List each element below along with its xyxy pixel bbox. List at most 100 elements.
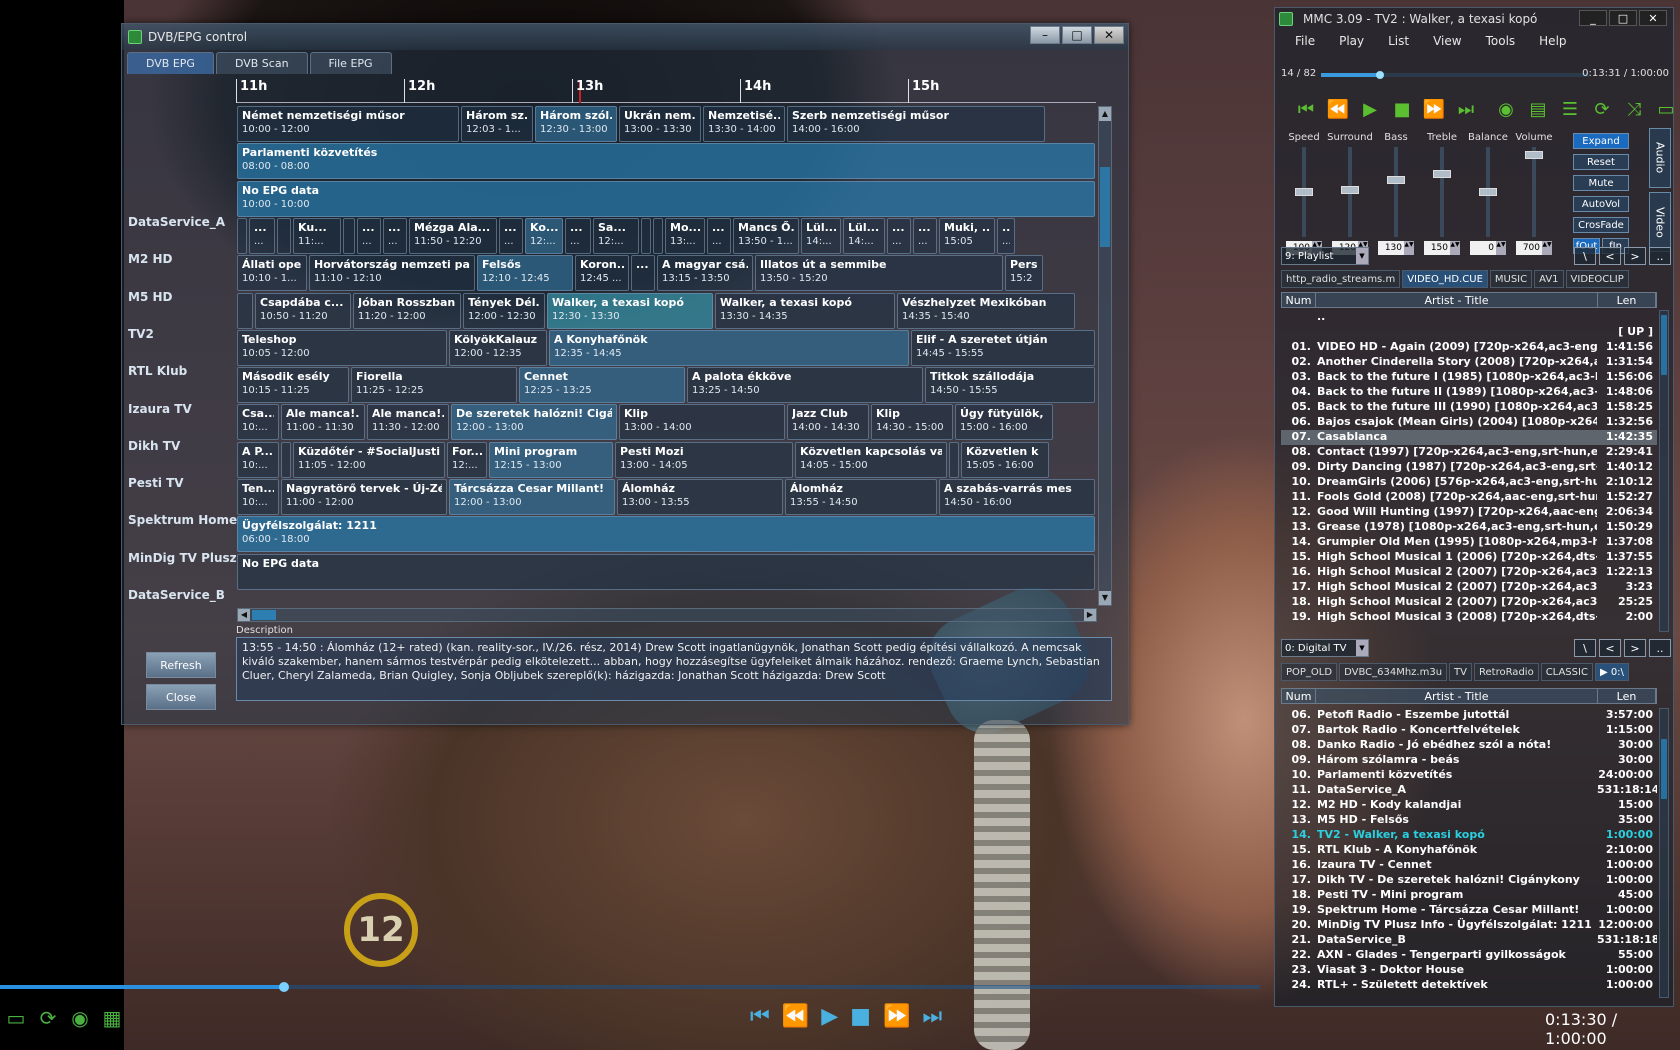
epg-program[interactable]: ...	[631, 255, 655, 292]
epg-program[interactable]: Teleshop 10:05 - 12:00	[237, 329, 447, 366]
prev-list-button[interactable]: <	[1599, 247, 1621, 265]
playlist-row[interactable]: 17. High School Musical 2 (2007) [720p-x2…	[1281, 580, 1657, 595]
minimize-button[interactable]: _	[1579, 10, 1607, 26]
maximize-button[interactable]: □	[1062, 26, 1092, 44]
monitor-icon[interactable]: ▭	[1653, 96, 1679, 122]
channel-label[interactable]: MinDig TV Plusz	[128, 538, 237, 578]
epg-program[interactable]: Állati ope...10:10 - 1...	[237, 255, 307, 292]
previous-icon[interactable]: ⏮	[750, 1005, 770, 1029]
playlist-row[interactable]: 17. Dikh TV - De szeretek halózni! Cigány…	[1281, 873, 1657, 888]
playlist-tab[interactable]: RetroRadio	[1474, 663, 1539, 681]
playlist-tab[interactable]: DVBC_634Mhz.m3u	[1339, 663, 1448, 681]
playlist-row[interactable]: 16. High School Musical 2 (2007) [720p-x2…	[1281, 565, 1657, 580]
playlist-tab[interactable]: AV1	[1534, 270, 1564, 288]
playlist-row[interactable]: 19. High School Musical 3 (2008) [720p-x2…	[1281, 610, 1657, 625]
epg-program[interactable]: Ale manca!... 11:00 - 11:30	[281, 404, 365, 441]
epg-program[interactable]: Ale manca!...11:30 - 12:00	[367, 404, 449, 441]
epg-program[interactable]: Küzdőtér - #SocialJustic...11:05 - 12:00	[293, 441, 445, 478]
more-button[interactable]: ..	[1649, 247, 1671, 265]
epg-program[interactable]: ......	[913, 217, 937, 254]
dvb-title-bar[interactable]: DVB/EPG control – □ ✕	[122, 24, 1128, 50]
next-icon[interactable]: ⏭	[922, 1005, 942, 1029]
playlist-row[interactable]: 09. Dirty Dancing (1987) [720p-x264,ac3-e…	[1281, 460, 1657, 475]
channel-label[interactable]: M2 HD	[128, 239, 172, 279]
channel-label[interactable]: TV2	[128, 314, 154, 354]
channel-label[interactable]: Pesti TV	[128, 463, 184, 503]
track-progress-bar[interactable]	[1321, 71, 1589, 79]
len-column-header[interactable]: Len	[1598, 689, 1656, 703]
epg-program[interactable]: ......	[249, 217, 275, 254]
playlist-row[interactable]: 04. Back to the future II (1989) [1080p-x…	[1281, 385, 1657, 400]
epg-program[interactable]: No EPG data	[237, 553, 1095, 590]
epg-program[interactable]: Mézga Ala... 11:50 - 12:20	[409, 217, 497, 254]
playlist-tab[interactable]: ▶ 0:\	[1594, 663, 1629, 681]
playlist-2-scrollbar[interactable]	[1659, 708, 1669, 998]
next-list-button[interactable]: >	[1624, 639, 1646, 657]
scroll-down-arrow-icon[interactable]: ▼	[1099, 591, 1111, 605]
monitor-icon[interactable]: ▭	[4, 1006, 28, 1030]
epg-program[interactable]: ......	[357, 217, 381, 254]
epg-program[interactable]: Parlamenti közvetítés 08:00 - 08:00	[237, 143, 1095, 180]
refresh-button[interactable]: Refresh	[146, 652, 216, 678]
epg-program[interactable]: Elif - A szeretet útján 14:45 - 15:55	[911, 329, 1095, 366]
epg-program[interactable]	[281, 441, 291, 478]
epg-program[interactable]: Koron...12:45 ...	[575, 255, 629, 292]
epg-program[interactable]: Csa... 10:...	[237, 404, 279, 441]
slider-thumb[interactable]	[1387, 175, 1405, 184]
epg-program[interactable]: Három sz... 12:03 - 1...	[461, 106, 533, 142]
playlist-row[interactable]: 18. Pesti TV - Mini program 45:00	[1281, 888, 1657, 903]
close-window-button[interactable]: ✕	[1094, 26, 1124, 44]
epg-program[interactable]: Walker, a texasi kopó 13:30 - 14:35	[715, 292, 895, 329]
epg-program[interactable]: ......	[499, 217, 523, 254]
playlist-row[interactable]: 23. Viasat 3 - Doktor House 1:00:00	[1281, 963, 1657, 978]
epg-program[interactable]: Fiorella 11:25 - 12:25	[351, 367, 517, 404]
playlist-row[interactable]: 21. DataService_B 531:18:18	[1281, 933, 1658, 948]
epg-program[interactable]: Ügyfélszolgálat: 1211 06:00 - 18:00	[237, 516, 1095, 553]
epg-program[interactable]: Mancs Ő...13:50 - 1...	[733, 217, 799, 254]
playlist-row[interactable]: 13. M5 HD - Felsős 35:00	[1281, 813, 1657, 828]
epg-program[interactable]: Muki, ... 15:05	[939, 217, 995, 254]
epg-program[interactable]	[277, 217, 291, 254]
scroll-left-arrow-icon[interactable]: ◀	[238, 609, 250, 621]
playlist-tab[interactable]: MUSIC	[1489, 270, 1533, 288]
repeat-icon[interactable]: ⟳	[36, 1006, 60, 1030]
slider-track[interactable]	[1479, 147, 1497, 237]
epg-horizontal-scrollbar[interactable]: ◀ ▶	[237, 608, 1097, 622]
playlist-row[interactable]: 11. Fools Gold (2008) [720p-x264,aac-eng,…	[1281, 490, 1657, 505]
epg-program[interactable]	[641, 217, 651, 254]
playlist-dropdown[interactable]: 0: Digital TV ▼	[1281, 639, 1369, 657]
channel-label[interactable]: RTL Klub	[128, 351, 187, 391]
epg-program[interactable]: ......	[565, 217, 591, 254]
channel-label[interactable]: Dikh TV	[128, 426, 180, 466]
playlist-row[interactable]: 06. Bajos csajok (Mean Girls) (2004) [108…	[1281, 415, 1657, 430]
scroll-thumb[interactable]	[1100, 167, 1110, 247]
channel-label[interactable]: M5 HD	[128, 277, 172, 317]
epg-program[interactable]: Ten... 10:...	[237, 479, 279, 515]
playlist-row[interactable]: 08. Contact (1997) [720p-x264,ac3-eng,srt…	[1281, 445, 1657, 460]
epg-program[interactable]: No EPG data 10:00 - 10:00	[237, 180, 1095, 217]
channel-label[interactable]: Spektrum Home	[128, 500, 237, 540]
slider-thumb[interactable]	[1525, 151, 1543, 160]
playlist-icon[interactable]: ☰	[1557, 96, 1583, 122]
epg-program[interactable]: Második esély 10:15 - 11:25	[237, 367, 349, 404]
playlist-row[interactable]: 14. TV2 - Walker, a texasi kopó 1:00:00	[1281, 828, 1657, 843]
autovol-button[interactable]: AutoVol	[1573, 196, 1629, 212]
epg-program[interactable]: Német nemzetiségi műsor 10:00 - 12:00	[237, 106, 459, 142]
epg-program[interactable]: Nemzetisé... 13:30 - 14:00	[703, 106, 785, 142]
epg-program[interactable]	[949, 441, 959, 478]
epg-program[interactable]: Tények Dél...12:00 - 12:30	[463, 292, 545, 329]
fast-forward-icon[interactable]: ⏩	[1421, 96, 1447, 122]
epg-program[interactable]: Közvetlen kapcsolás vag...14:05 - 15:00	[795, 441, 947, 478]
root-button[interactable]: \	[1574, 639, 1596, 657]
menu-list[interactable]: List	[1376, 34, 1421, 48]
epg-program[interactable]: Jóban Rosszban 11:20 - 12:00	[353, 292, 461, 329]
epg-program[interactable]: KölyökKalauz 12:00 - 12:35	[449, 329, 547, 366]
close-button[interactable]: Close	[146, 684, 216, 710]
playlist-row[interactable]: 18. High School Musical 2 (2007) [720p-x2…	[1281, 595, 1657, 610]
playlist-row[interactable]: ..	[1281, 310, 1657, 325]
epg-program[interactable]: Titkok szállodája 14:50 - 15:55	[925, 367, 1095, 404]
epg-program[interactable]: Ko... 12:...	[525, 217, 563, 254]
menu-help[interactable]: Help	[1527, 34, 1578, 48]
epg-program[interactable]: De szeretek halózni! Cigán...12:00 - 13:…	[451, 404, 617, 441]
playlist-tab[interactable]: VIDEO_HD.CUE	[1402, 270, 1488, 288]
